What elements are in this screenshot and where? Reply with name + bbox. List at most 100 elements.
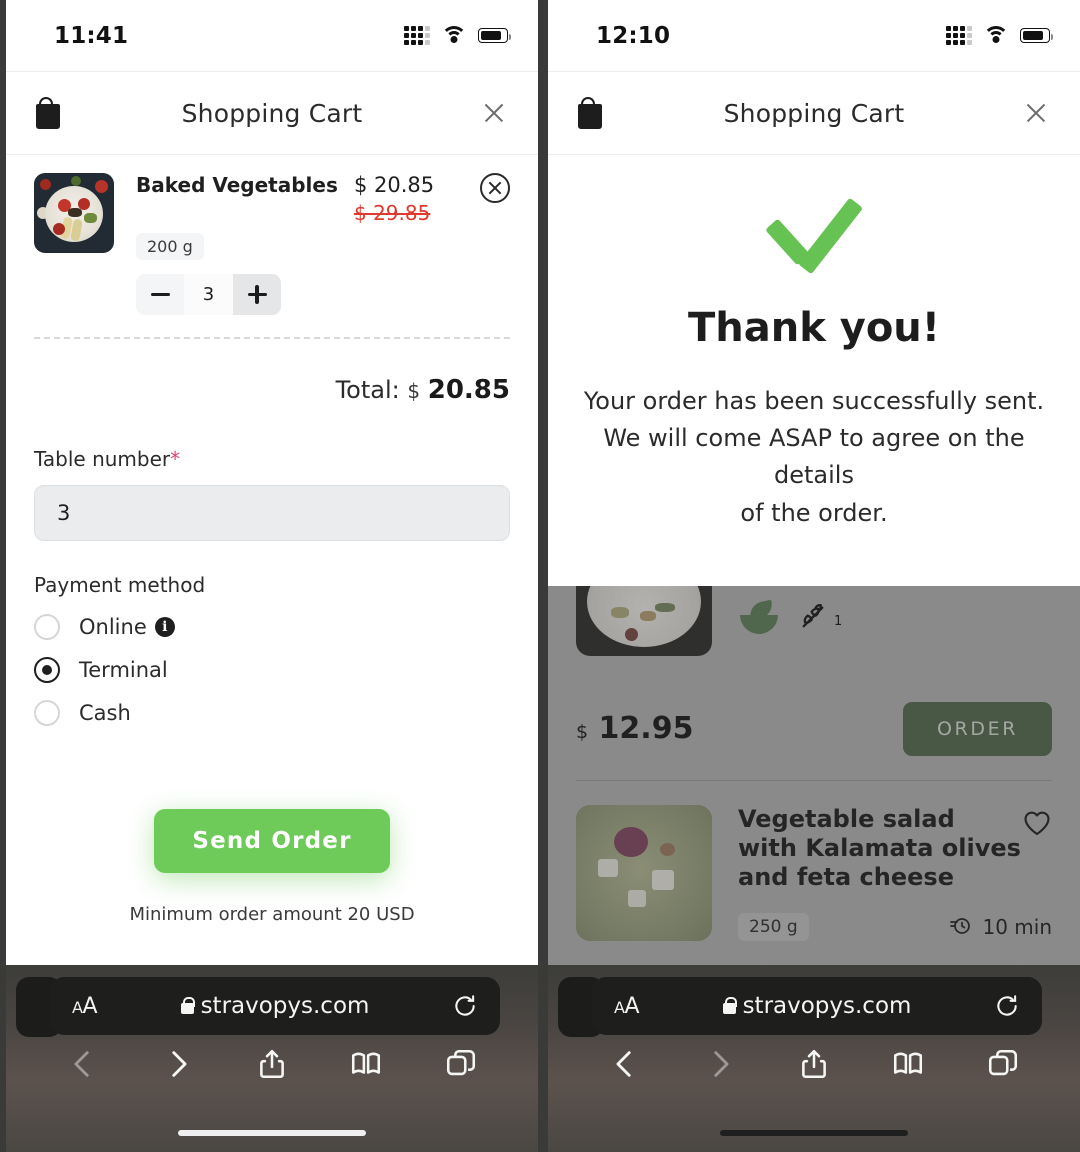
thank-you-line-1: Your order has been successfully sent. [583, 387, 1045, 415]
cook-time-icon [947, 913, 973, 942]
reload-icon[interactable] [994, 993, 1020, 1019]
thank-you-panel: Thank you! Your order has been successfu… [548, 155, 1080, 586]
backdrop-content: 1 $ 12.95 ORDER Vegetable salad with Kal… [548, 585, 1080, 1000]
lock-icon [722, 997, 738, 1014]
home-indicator [720, 1130, 908, 1136]
text-size-button[interactable]: AA [72, 993, 98, 1019]
forward-icon[interactable] [703, 1047, 737, 1081]
radio-online[interactable] [34, 614, 60, 640]
item-name: Baked Vegetables [136, 173, 338, 197]
page-title: Shopping Cart [181, 98, 363, 128]
backdrop-item-1-currency: $ [576, 721, 589, 744]
home-indicator [178, 1130, 366, 1136]
vegetarian-icon [740, 599, 778, 634]
right-status-bar: 12:10 [548, 0, 1080, 72]
share-icon[interactable] [797, 1047, 831, 1081]
bookmarks-icon[interactable] [891, 1047, 925, 1081]
aa-large: A [624, 993, 640, 1019]
cellular-signal-icon [404, 26, 430, 45]
aa-small: A [614, 997, 625, 1017]
item-price-block: $ 20.85 $ 29.85 [354, 173, 474, 225]
radio-cash[interactable] [34, 700, 60, 726]
cart-line-item: Baked Vegetables $ 20.85 $ 29.85 200 g 3 [34, 155, 510, 337]
url-text: stravopys.com [200, 993, 370, 1019]
radio-terminal[interactable] [34, 657, 60, 683]
total-label: Total: [335, 376, 400, 404]
thank-you-line-2: We will come ASAP to agree on the detail… [603, 424, 1025, 490]
aa-small: A [72, 997, 83, 1017]
bookmarks-icon[interactable] [349, 1047, 383, 1081]
status-icons [404, 26, 512, 45]
remove-item-icon[interactable] [480, 173, 510, 203]
item-thumbnail [34, 173, 114, 253]
lock-icon [180, 997, 196, 1014]
gluten-icon [796, 601, 830, 633]
table-number-label: Table number* [34, 433, 510, 471]
browser-toolbar [548, 1047, 1080, 1081]
heart-icon[interactable] [1022, 809, 1052, 836]
payment-option-terminal[interactable]: Terminal [34, 657, 510, 683]
wifi-icon [983, 26, 1009, 45]
left-status-bar: 11:41 [6, 0, 538, 72]
url-text-wrap: stravopys.com [592, 993, 1042, 1019]
left-cart-header: Shopping Cart [6, 72, 538, 155]
quantity-increase-button[interactable] [233, 274, 281, 315]
success-check-icon [765, 197, 864, 275]
payment-option-online-label: Online i [79, 615, 175, 639]
item-info: Baked Vegetables $ 20.85 $ 29.85 200 g 3 [114, 173, 510, 315]
close-icon[interactable] [1022, 99, 1050, 127]
thank-you-title: Thank you! [687, 305, 941, 351]
close-icon[interactable] [480, 99, 508, 127]
item-price-current: $ 20.85 [354, 173, 435, 197]
address-bar[interactable]: AA stravopys.com [50, 977, 500, 1035]
quantity-stepper: 3 [136, 274, 281, 315]
aa-large: A [82, 993, 98, 1019]
page-title: Shopping Cart [723, 98, 905, 128]
gluten-superscript: 1 [834, 613, 843, 629]
info-icon[interactable]: i [154, 617, 175, 637]
back-icon[interactable] [608, 1047, 642, 1081]
right-phone-screen: 12:10 Shopping Cart Thank you! Your orde [548, 0, 1080, 1152]
right-cart-header: Shopping Cart [548, 72, 1080, 155]
backdrop-menu-item-1[interactable]: 1 $ 12.95 ORDER Vegetable salad with Kal… [548, 585, 1080, 1000]
text-size-button[interactable]: AA [614, 993, 640, 1019]
backdrop-item-2-weight: 250 g [738, 913, 809, 942]
quantity-value: 3 [184, 274, 233, 315]
backdrop-item-1-tags: 1 [740, 599, 843, 634]
url-text: stravopys.com [742, 993, 912, 1019]
tabs-icon[interactable] [444, 1047, 478, 1081]
item-price-old: $ 29.85 [354, 201, 431, 225]
backdrop-item-1-amount: 12.95 [598, 711, 694, 747]
cart-body: Baked Vegetables $ 20.85 $ 29.85 200 g 3 [6, 155, 538, 925]
payment-option-online[interactable]: Online i [34, 614, 510, 640]
backdrop-order-button-1[interactable]: ORDER [903, 701, 1052, 756]
thank-you-line-3: of the order. [740, 498, 888, 527]
payment-method-title: Payment method [34, 573, 206, 597]
total-currency: $ [407, 379, 421, 403]
backdrop-item-1-thumbnail [576, 585, 712, 656]
minimum-order-note: Minimum order amount 20 USD [129, 904, 415, 925]
cook-time-text: 10 min [982, 915, 1052, 940]
forward-icon[interactable] [161, 1047, 195, 1081]
quantity-decrease-button[interactable] [136, 274, 184, 315]
backdrop-item-1-price: $ 12.95 [576, 711, 693, 746]
tabs-icon[interactable] [986, 1047, 1020, 1081]
reload-icon[interactable] [452, 993, 478, 1019]
send-order-button[interactable]: Send Order [154, 809, 390, 873]
browser-toolbar [6, 1047, 538, 1081]
required-marker: * [170, 447, 181, 471]
status-icons [946, 26, 1054, 45]
cellular-signal-icon [946, 26, 972, 45]
payment-option-cash[interactable]: Cash [34, 700, 510, 726]
screenshot-stage: 11:41 Shopping Cart Baked Vegetables $ 2… [0, 0, 1080, 1152]
status-time: 11:41 [54, 22, 129, 49]
item-weight: 200 g [136, 233, 204, 260]
address-bar[interactable]: AA stravopys.com [592, 977, 1042, 1035]
backdrop-item-2-cook-time: 10 min [947, 913, 1052, 942]
share-icon[interactable] [255, 1047, 289, 1081]
table-number-label-text: Table number [34, 447, 171, 471]
back-icon[interactable] [66, 1047, 100, 1081]
battery-icon [478, 28, 512, 43]
total-amount: 20.85 [427, 375, 510, 405]
table-number-input[interactable] [34, 485, 510, 541]
